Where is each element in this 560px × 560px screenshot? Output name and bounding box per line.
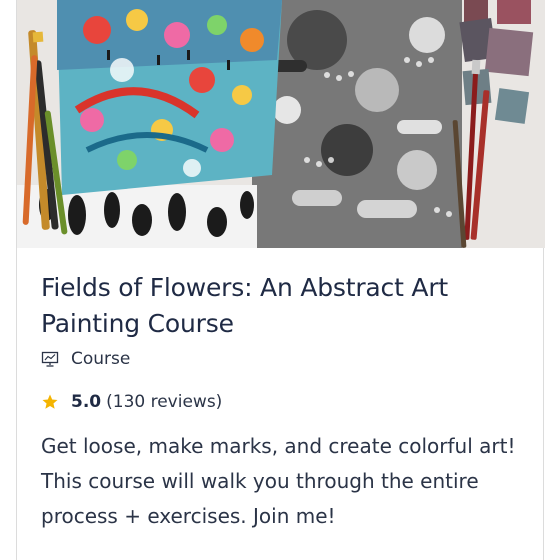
review-count: (130 reviews): [106, 392, 223, 412]
course-thumbnail[interactable]: [17, 0, 545, 248]
star-icon: [41, 393, 59, 411]
course-description: Get loose, make marks, and create colorf…: [41, 434, 516, 528]
rating-value: 5.0: [71, 392, 102, 412]
course-card[interactable]: Fields of Flowers: An Abstract Art Paint…: [16, 0, 545, 560]
course-rating: 5.0 (130 reviews): [41, 389, 222, 415]
course-type: Course: [41, 347, 130, 371]
course-type-label: Course: [71, 349, 131, 369]
presentation-board-icon: [41, 350, 59, 368]
course-title[interactable]: Fields of Flowers: An Abstract Art Paint…: [41, 270, 531, 342]
